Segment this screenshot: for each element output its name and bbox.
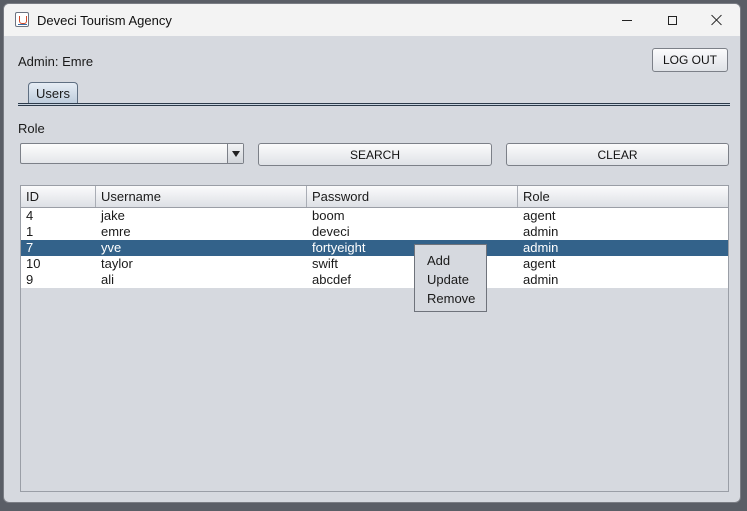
- table-row-selected[interactable]: 7 yve fortyeight admin: [21, 240, 728, 256]
- app-window: Deveci Tourism Agency Admin: Emre LOG OU…: [3, 3, 741, 503]
- clear-button[interactable]: CLEAR: [506, 143, 729, 166]
- cell-id: 7: [26, 240, 34, 255]
- cell-password: boom: [312, 208, 345, 223]
- tab-divider: [18, 103, 730, 106]
- table-row[interactable]: 10 taylor swift agent: [21, 256, 728, 272]
- dropdown-arrow-button[interactable]: [227, 144, 243, 163]
- cell-username: ali: [101, 272, 115, 287]
- menu-item-add[interactable]: Add: [415, 251, 486, 270]
- cell-role: admin: [523, 224, 559, 239]
- window-title: Deveci Tourism Agency: [37, 13, 172, 28]
- cell-id: 10: [26, 256, 41, 271]
- column-header-password[interactable]: Password: [307, 186, 518, 207]
- role-dropdown[interactable]: [20, 143, 244, 164]
- java-app-icon: [15, 12, 29, 27]
- table-header: ID Username Password Role: [21, 186, 728, 208]
- role-label: Role: [18, 121, 45, 136]
- cell-role: agent: [523, 256, 556, 271]
- cell-username: taylor: [101, 256, 133, 271]
- table-body: 4 jake boom agent 1 emre deveci admin 7 …: [21, 208, 728, 288]
- cell-id: 4: [26, 208, 34, 223]
- cell-username: jake: [101, 208, 125, 223]
- menu-item-update[interactable]: Update: [415, 270, 486, 289]
- chevron-down-icon: [231, 150, 240, 157]
- minimize-button[interactable]: [604, 4, 650, 36]
- title-bar[interactable]: Deveci Tourism Agency: [4, 4, 740, 36]
- table-row[interactable]: 1 emre deveci admin: [21, 224, 728, 240]
- users-table[interactable]: ID Username Password Role 4 jake boom ag…: [20, 185, 729, 492]
- cell-role: admin: [523, 240, 559, 255]
- cell-username: yve: [101, 240, 122, 255]
- maximize-button[interactable]: [649, 4, 695, 36]
- cell-password: deveci: [312, 224, 350, 239]
- search-button[interactable]: SEARCH: [258, 143, 492, 166]
- cell-id: 1: [26, 224, 34, 239]
- column-header-username[interactable]: Username: [96, 186, 307, 207]
- table-row[interactable]: 9 ali abcdef admin: [21, 272, 728, 288]
- cell-id: 9: [26, 272, 34, 287]
- tab-users[interactable]: Users: [28, 82, 78, 104]
- column-header-id[interactable]: ID: [21, 186, 96, 207]
- close-icon: [711, 14, 723, 26]
- cell-username: emre: [101, 224, 131, 239]
- close-button[interactable]: [694, 4, 740, 36]
- context-menu: Add Update Remove: [414, 244, 487, 312]
- minimize-icon: [622, 19, 632, 21]
- menu-item-remove[interactable]: Remove: [415, 289, 486, 308]
- column-header-role[interactable]: Role: [518, 186, 728, 207]
- table-row[interactable]: 4 jake boom agent: [21, 208, 728, 224]
- logout-button[interactable]: LOG OUT: [652, 48, 728, 72]
- maximize-icon: [667, 15, 677, 25]
- cell-role: admin: [523, 272, 559, 287]
- cell-role: agent: [523, 208, 556, 223]
- admin-label: Admin: Emre: [18, 54, 94, 69]
